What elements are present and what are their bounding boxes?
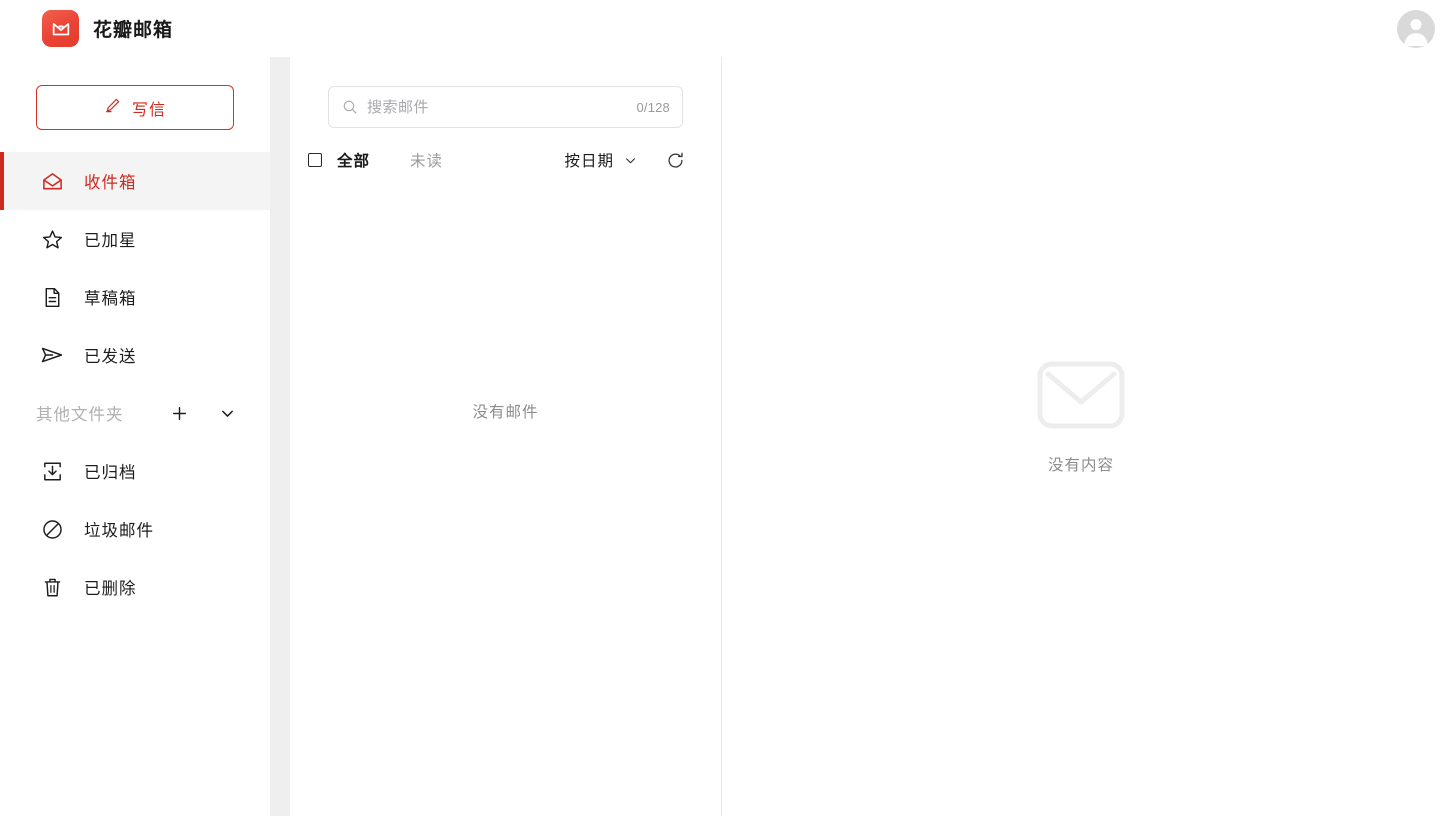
inbox-envelope-icon [40,169,64,193]
mail-list-empty-text: 没有邮件 [472,404,539,421]
envelope-outline-icon [1037,361,1125,429]
sidebar-item-sent[interactable]: 已发送 [0,326,270,384]
user-menu[interactable]: gu [1396,9,1440,48]
other-folders-header: 其他文件夹 [0,384,270,442]
filter-all-tab[interactable]: 全部 [337,149,370,171]
ban-circle-icon [40,517,64,541]
sidebar-item-label: 草稿箱 [84,290,137,308]
filter-unread-tab[interactable]: 未读 [410,149,443,171]
other-folders-label: 其他文件夹 [36,406,124,424]
sidebar: 写信 收件箱 已加星 草稿箱 已发送 其他文件夹 已归档 垃圾邮件 已删除 [0,57,270,816]
search-counter: 0/128 [636,99,670,115]
search-icon [342,99,358,115]
plus-icon[interactable] [166,400,192,426]
petal-mail-logo-icon [42,10,79,47]
compose-button[interactable]: 写信 [36,85,234,130]
archive-download-icon [40,459,64,483]
app-body: 写信 收件箱 已加星 草稿箱 已发送 其他文件夹 已归档 垃圾邮件 已删除 搜索… [0,57,1440,816]
sort-dropdown-label: 按日期 [564,153,614,170]
refresh-button[interactable] [666,151,685,170]
mail-detail-empty-state: 没有内容 [1037,361,1125,475]
search-box[interactable]: 0/128 [328,86,683,128]
search-container: 0/128 [290,86,721,128]
brand: 花瓣邮箱 [42,10,173,47]
page-title: 花瓣邮箱 [93,20,174,41]
sidebar-nav: 收件箱 已加星 草稿箱 已发送 其他文件夹 已归档 垃圾邮件 已删除 [0,152,270,616]
sidebar-item-label: 收件箱 [84,174,137,192]
mail-detail-panel: 没有内容 [722,57,1440,816]
mail-list-toolbar: 全部 未读 按日期 [290,128,721,192]
sidebar-item-drafts[interactable]: 草稿箱 [0,268,270,326]
sidebar-item-spam[interactable]: 垃圾邮件 [0,500,270,558]
compose-button-label: 写信 [131,101,166,119]
sidebar-item-label: 垃圾邮件 [84,522,154,540]
select-all-checkbox[interactable] [308,153,322,167]
avatar[interactable] [1396,9,1435,48]
panel-gap [270,57,290,816]
app-header: 花瓣邮箱 gu [0,0,1440,57]
paper-plane-icon [40,343,64,367]
sidebar-item-label: 已删除 [84,580,137,598]
star-icon [40,227,64,251]
sidebar-item-inbox[interactable]: 收件箱 [0,152,270,210]
sidebar-item-starred[interactable]: 已加星 [0,210,270,268]
compose-button-container: 写信 [0,85,270,152]
document-icon [40,285,64,309]
chevron-down-icon[interactable] [214,400,240,426]
mail-list-empty-state: 没有邮件 [290,192,721,816]
sidebar-item-deleted[interactable]: 已删除 [0,558,270,616]
sidebar-item-label: 已加星 [84,232,137,250]
trash-icon [40,575,64,599]
sidebar-item-archived[interactable]: 已归档 [0,442,270,500]
sort-dropdown[interactable]: 按日期 [564,149,638,171]
search-input[interactable] [367,98,628,116]
mail-detail-empty-text: 没有内容 [1047,457,1114,474]
app-root: 花瓣邮箱 gu [0,0,1440,816]
mail-list-panel: 0/128 全部 未读 按日期 [290,57,722,816]
chevron-down-icon [623,153,638,168]
pen-icon [104,97,121,119]
sidebar-item-label: 已归档 [84,464,137,482]
sidebar-item-label: 已发送 [84,348,137,366]
